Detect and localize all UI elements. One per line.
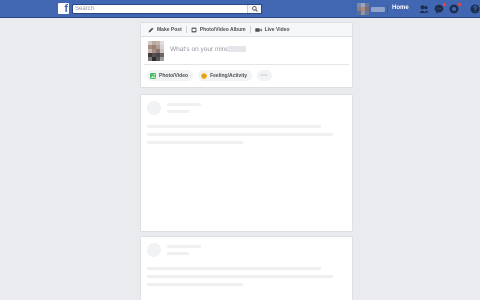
- composer-tabs: Make Post Photo/Video Album Live Video: [141, 23, 352, 37]
- friend-requests-button[interactable]: [419, 4, 429, 14]
- tab-photo-video-album-label: Photo/Video Album: [199, 26, 246, 33]
- photo-video-label: Photo/Video: [159, 72, 189, 79]
- composer-avatar: [148, 41, 164, 61]
- composer-actions: Photo/Video Feeling/Activity ···: [141, 65, 352, 81]
- tab-make-post[interactable]: Make Post: [144, 23, 186, 37]
- help-button[interactable]: [470, 4, 480, 14]
- search-input[interactable]: [73, 5, 243, 13]
- placeholder-line: [167, 110, 189, 113]
- photo-video-button[interactable]: Photo/Video: [147, 70, 194, 81]
- feed-loading-placeholder: [140, 94, 353, 232]
- placeholder-line: [147, 133, 333, 136]
- notifications-button[interactable]: [449, 2, 462, 14]
- tab-photo-video-album[interactable]: Photo/Video Album: [187, 23, 250, 37]
- placeholder-line: [147, 125, 321, 128]
- search-icon: [251, 6, 258, 12]
- notifications-badge: [457, 2, 462, 7]
- friend-requests-icon: [419, 5, 429, 13]
- feeling-activity-label: Feeling/Activity: [210, 72, 248, 79]
- placeholder-line: [147, 267, 321, 270]
- home-link[interactable]: Home: [392, 5, 409, 11]
- placeholder-avatar: [147, 243, 161, 257]
- facebook-logo[interactable]: f: [58, 3, 69, 14]
- post-composer: Make Post Photo/Video Album Live Video W…: [140, 22, 353, 88]
- placeholder-line: [167, 103, 201, 106]
- placeholder-line: [167, 245, 201, 248]
- placeholder-line: [147, 283, 243, 286]
- album-icon: [191, 27, 197, 32]
- tab-live-video[interactable]: Live Video: [251, 23, 294, 37]
- photo-icon: [150, 72, 156, 79]
- profile-avatar: [357, 3, 369, 15]
- tab-live-video-label: Live Video: [264, 26, 290, 33]
- nav-divider: [387, 5, 388, 13]
- search-box: [72, 4, 262, 14]
- profile-name-redacted: [371, 6, 385, 12]
- more-options-button[interactable]: ···: [257, 70, 272, 81]
- composer-input-area[interactable]: What's on your mind,: [144, 37, 349, 65]
- profile-link[interactable]: [357, 2, 387, 16]
- video-camera-icon: [254, 27, 262, 32]
- placeholder-line: [147, 141, 243, 144]
- tab-make-post-label: Make Post: [157, 26, 182, 33]
- placeholder-line: [167, 252, 189, 255]
- placeholder-line: [147, 275, 333, 278]
- user-name-redacted: [228, 46, 246, 52]
- placeholder-avatar: [147, 101, 161, 115]
- feeling-activity-button[interactable]: Feeling/Activity: [198, 70, 253, 81]
- pencil-icon: [148, 27, 154, 32]
- top-navigation-bar: f Home: [0, 0, 480, 18]
- more-icon: ···: [261, 72, 268, 79]
- help-icon: [470, 4, 480, 14]
- messages-badge: [442, 2, 447, 7]
- feed-loading-placeholder: [140, 236, 353, 300]
- search-button[interactable]: [247, 5, 261, 13]
- composer-placeholder: What's on your mind,: [170, 46, 231, 53]
- messages-button[interactable]: [434, 2, 447, 14]
- smiley-icon: [201, 72, 208, 79]
